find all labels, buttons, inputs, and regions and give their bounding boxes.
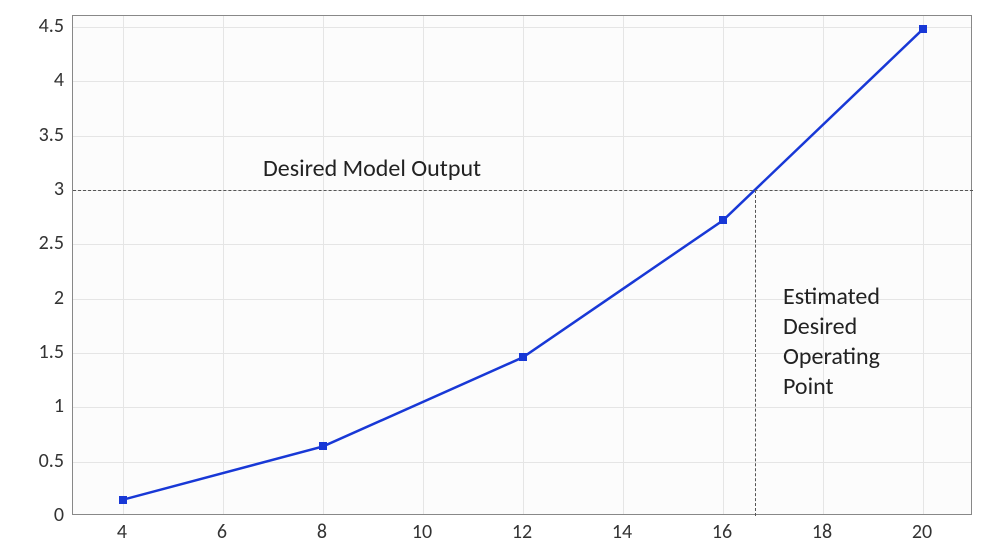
x-tick-label: 10 <box>412 520 432 544</box>
y-tick-label: 0.5 <box>20 449 64 473</box>
desired-output-line <box>73 190 973 191</box>
y-tick-label: 3 <box>20 177 64 201</box>
data-point <box>319 442 327 450</box>
desired-output-label: Desired Model Output <box>263 154 481 184</box>
data-point <box>119 496 127 504</box>
estimated-l1: Estimated <box>783 282 880 311</box>
y-tick-label: 0 <box>20 503 64 527</box>
x-tick-label: 8 <box>317 520 327 544</box>
data-point <box>719 216 727 224</box>
x-tick-label: 18 <box>812 520 832 544</box>
x-tick-label: 14 <box>612 520 632 544</box>
x-tick-label: 16 <box>712 520 732 544</box>
y-tick-label: 3.5 <box>20 123 64 147</box>
estimated-l3: Operating <box>783 342 880 371</box>
y-tick-label: 2 <box>20 286 64 310</box>
x-tick-label: 12 <box>512 520 532 544</box>
x-tick-label: 4 <box>117 520 127 544</box>
y-tick-label: 4 <box>20 68 64 92</box>
estimated-point-label: Estimated Desired Operating Point <box>783 282 880 402</box>
operating-point-line <box>755 190 756 516</box>
x-tick-label: 20 <box>912 520 932 544</box>
y-tick-label: 2.5 <box>20 231 64 255</box>
x-tick-label: 6 <box>217 520 227 544</box>
estimated-l2: Desired <box>783 312 857 341</box>
data-point <box>519 353 527 361</box>
y-tick-label: 4.5 <box>20 14 64 38</box>
y-tick-label: 1 <box>20 394 64 418</box>
data-point <box>919 25 927 33</box>
chart-container: Desired Model Output Estimated Desired O… <box>20 10 980 542</box>
y-tick-label: 1.5 <box>20 340 64 364</box>
estimated-l4: Point <box>783 372 834 401</box>
data-curve <box>73 16 971 514</box>
plot-area: Desired Model Output Estimated Desired O… <box>72 15 972 515</box>
